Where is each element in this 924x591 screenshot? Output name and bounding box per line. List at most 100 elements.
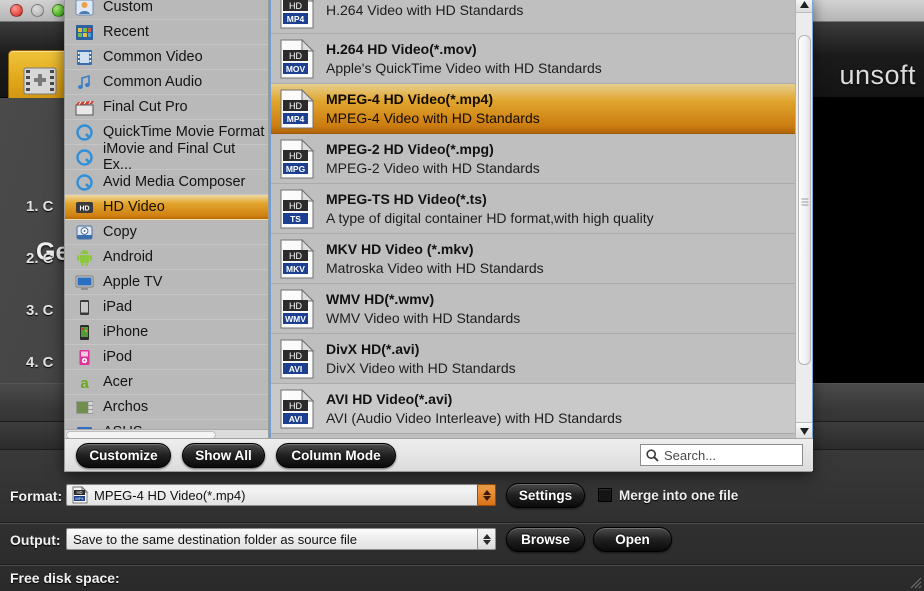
film-icon xyxy=(75,49,94,66)
format-row-mpeg4-mp4[interactable]: HD MP4 MPEG-4 HD Video(*.mp4) MPEG-4 Vide… xyxy=(271,84,798,134)
category-sidebar[interactable]: Custom Recent Common Video Common Audio xyxy=(65,0,269,440)
sidebar-item-label: Common Video xyxy=(103,49,203,65)
merge-checkbox[interactable] xyxy=(598,488,612,502)
caret-down-icon xyxy=(482,495,491,501)
format-row-divx-avi[interactable]: HD AVI DivX HD(*.avi) DivX Video with HD … xyxy=(271,334,798,384)
mp4-file-icon: HD MP4 xyxy=(72,486,88,504)
format-row-mpeg2-mpg[interactable]: HD MPG MPEG-2 HD Video(*.mpg) MPEG-2 Vide… xyxy=(271,134,798,184)
sidebar-item-ipod[interactable]: iPod xyxy=(65,345,268,370)
caret-up-icon xyxy=(800,0,809,8)
merge-label: Merge into one file xyxy=(619,488,739,503)
brand-name: unsoft xyxy=(839,60,916,90)
sidebar-item-custom[interactable]: Custom xyxy=(65,0,268,20)
guide-step-4: 4. C xyxy=(26,354,54,371)
svg-text:HD: HD xyxy=(289,351,302,361)
guide-step-1: 1. C xyxy=(26,198,54,215)
sidebar-item-iphone[interactable]: iPhone xyxy=(65,320,268,345)
avi-file-icon: HD AVI xyxy=(279,388,315,429)
ts-file-icon: HD TS xyxy=(279,188,315,229)
music-note-icon xyxy=(75,74,94,91)
format-row-mkv[interactable]: HD MKV MKV HD Video (*.mkv) Matroska Vide… xyxy=(271,234,798,284)
svg-text:HD: HD xyxy=(289,151,302,161)
sidebar-item-label: iPod xyxy=(103,349,133,365)
sidebar-item-label: iMovie and Final Cut Ex... xyxy=(103,141,236,173)
column-mode-button[interactable]: Column Mode xyxy=(276,443,396,468)
sidebar-item-label: iPhone xyxy=(103,324,149,340)
output-stepper[interactable] xyxy=(477,528,496,550)
sidebar-item-imovie-and-final-cut-ex[interactable]: iMovie and Final Cut Ex... xyxy=(65,141,268,173)
quicktime-icon xyxy=(75,173,94,191)
sidebar-item-label: Avid Media Composer xyxy=(103,174,246,190)
clapperboard-icon xyxy=(75,99,94,116)
sidebar-item-label: Acer xyxy=(103,374,133,390)
ipad-icon xyxy=(75,299,94,316)
format-row-h264-mov[interactable]: HD MOV H.264 HD Video(*.mov) Apple's Quic… xyxy=(271,34,798,84)
sidebar-item-common-video[interactable]: Common Video xyxy=(65,45,268,70)
format-row-wmv[interactable]: HD WMV WMV HD(*.wmv) WMV Video with HD St… xyxy=(271,284,798,334)
svg-text:a: a xyxy=(80,375,89,391)
output-combobox[interactable]: Save to the same destination folder as s… xyxy=(66,528,496,550)
resize-grip-icon[interactable] xyxy=(908,575,922,589)
copy-disc-icon xyxy=(75,224,94,241)
svg-text:MP4: MP4 xyxy=(75,496,84,501)
magnifier-icon xyxy=(646,448,659,462)
sidebar-item-android[interactable]: Android xyxy=(65,245,268,270)
guide-step-3: 3. C xyxy=(26,302,54,319)
sidebar-item-recent[interactable]: Recent xyxy=(65,20,268,45)
sidebar-item-label: HD Video xyxy=(103,199,165,215)
format-label: Format: xyxy=(10,488,63,504)
format-row-avi[interactable]: HD AVI AVI HD Video(*.avi) AVI (Audio Vid… xyxy=(271,384,798,434)
sidebar-item-label: Apple TV xyxy=(103,274,163,290)
format-description: Apple's QuickTime Video with HD Standard… xyxy=(326,60,602,76)
sidebar-item-final-cut-pro[interactable]: Final Cut Pro xyxy=(65,95,268,120)
open-button[interactable]: Open xyxy=(593,527,672,552)
minimize-button[interactable] xyxy=(31,4,44,17)
settings-button[interactable]: Settings xyxy=(506,483,585,508)
format-row-texts: DivX HD(*.avi) DivX Video with HD Standa… xyxy=(326,341,516,376)
mp4-file-icon: HD MP4 xyxy=(279,0,315,29)
sidebar-item-label: QuickTime Movie Format xyxy=(103,124,265,140)
scroll-up-arrow[interactable] xyxy=(796,0,812,13)
sidebar-item-acer[interactable]: a Acer xyxy=(65,370,268,395)
scrollbar-thumb[interactable] xyxy=(798,35,811,365)
output-value: Save to the same destination folder as s… xyxy=(73,531,357,547)
divider-2 xyxy=(0,564,924,565)
format-list[interactable]: HD MP4 H.264 Video with HD Standards HD MO… xyxy=(269,0,813,440)
sidebar-item-hd-video[interactable]: HD HD Video xyxy=(65,195,268,220)
format-name: DivX HD(*.avi) xyxy=(326,341,420,357)
sidebar-item-archos[interactable]: Archos xyxy=(65,395,268,420)
sidebar-item-apple-tv[interactable]: Apple TV xyxy=(65,270,268,295)
show-all-button[interactable]: Show All xyxy=(182,443,265,468)
format-row-h264-mp4[interactable]: HD MP4 H.264 Video with HD Standards xyxy=(271,0,798,34)
format-row-texts: MPEG-TS HD Video(*.ts) A type of digital… xyxy=(326,191,654,226)
search-input[interactable]: Search... xyxy=(640,444,803,466)
caret-down-icon xyxy=(482,539,491,545)
svg-text:WMV: WMV xyxy=(285,314,306,324)
svg-text:HD: HD xyxy=(289,201,302,211)
format-row-texts: H.264 HD Video(*.mov) Apple's QuickTime … xyxy=(326,41,602,76)
format-stepper[interactable] xyxy=(477,484,496,506)
close-button[interactable] xyxy=(10,4,23,17)
format-combobox[interactable]: HD MP4 MPEG-4 HD Video(*.mp4) xyxy=(66,484,496,506)
format-description: Matroska Video with HD Standards xyxy=(326,260,544,276)
format-list-scrollbar[interactable] xyxy=(795,0,812,439)
sidebar-item-common-audio[interactable]: Common Audio xyxy=(65,70,268,95)
iphone-icon xyxy=(75,324,94,341)
svg-text:HD: HD xyxy=(289,1,302,11)
sidebar-item-avid-media-composer[interactable]: Avid Media Composer xyxy=(65,170,268,195)
grid-icon xyxy=(75,24,94,41)
format-description: MPEG-4 Video with HD Standards xyxy=(326,110,540,126)
search-placeholder: Search... xyxy=(664,447,717,463)
mov-file-icon: HD MOV xyxy=(279,38,315,79)
sidebar-item-ipad[interactable]: iPad xyxy=(65,295,268,320)
customize-button[interactable]: Customize xyxy=(76,443,171,468)
browse-button[interactable]: Browse xyxy=(506,527,585,552)
scroll-down-arrow[interactable] xyxy=(796,422,812,439)
sidebar-item-label: Android xyxy=(103,249,153,265)
archos-icon xyxy=(75,399,94,416)
sidebar-item-copy[interactable]: Copy xyxy=(65,220,268,245)
format-row-mpegts-ts[interactable]: HD TS MPEG-TS HD Video(*.ts) A type of di… xyxy=(271,184,798,234)
scrollbar-track[interactable] xyxy=(796,13,812,422)
svg-text:HD: HD xyxy=(289,301,302,311)
wmv-file-icon: HD WMV xyxy=(279,288,315,329)
